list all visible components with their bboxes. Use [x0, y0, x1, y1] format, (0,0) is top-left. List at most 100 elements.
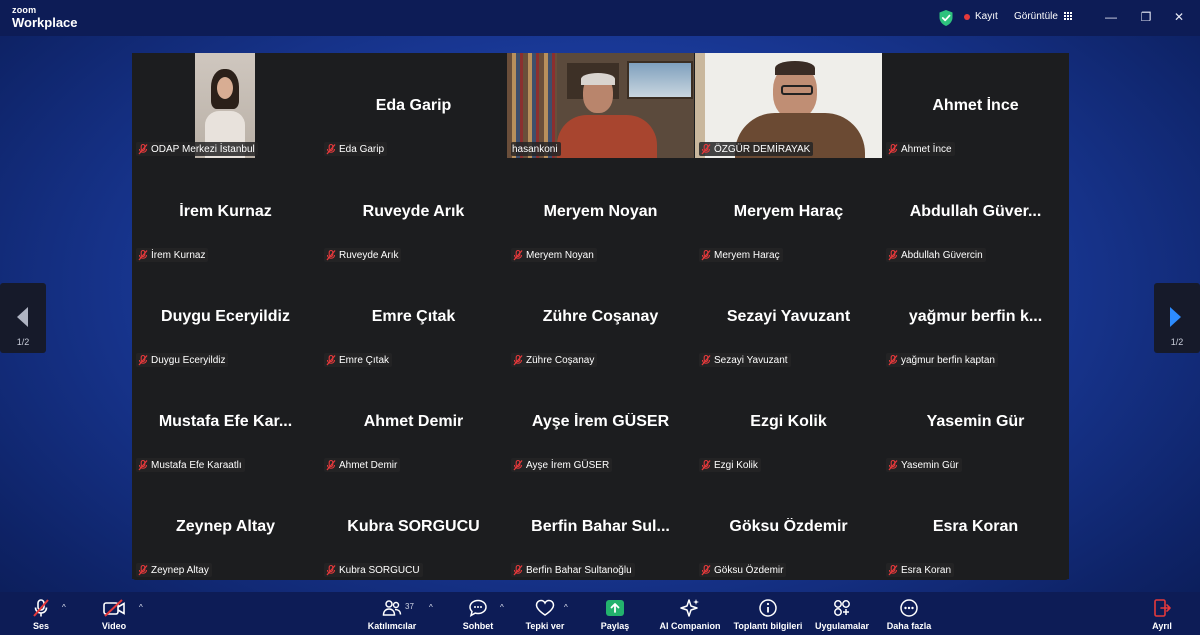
participant-name-label: Meryem Haraç — [699, 248, 783, 262]
prev-page-button[interactable]: 1/2 — [0, 283, 46, 353]
participant-tile[interactable]: Sezayi Yavuzant Sezayi Yavuzant — [695, 264, 882, 369]
participant-tile[interactable]: Ayşe İrem GÜSER Ayşe İrem GÜSER — [507, 369, 694, 474]
react-options-chevron-icon[interactable]: ^ — [564, 603, 568, 612]
participant-display-name: Göksu Özdemir — [729, 518, 848, 535]
participant-display-name: Sezayi Yavuzant — [726, 308, 851, 325]
participant-tile[interactable]: ODAP Merkezi İstanbul — [132, 53, 319, 158]
chevron-right-icon — [1170, 307, 1181, 327]
audio-label: Ses — [32, 621, 49, 631]
participant-display-name: Zeynep Altay — [176, 518, 275, 535]
participant-tile[interactable]: Berfin Bahar Sul... Berfin Bahar Sultanoğ… — [507, 474, 694, 579]
mic-muted-icon — [701, 564, 711, 576]
people-icon — [382, 600, 402, 616]
participant-name-text: Berfin Bahar Sultanoğlu — [526, 564, 632, 576]
participant-name-text: Abdullah Güvercin — [901, 249, 983, 261]
participant-name-label: hasankoni — [511, 142, 561, 156]
close-button[interactable]: ✕ — [1169, 8, 1189, 26]
participant-name-text: Emre Çıtak — [339, 354, 390, 366]
participant-tile[interactable]: Göksu Özdemir Göksu Özdemir — [695, 474, 882, 579]
participant-name-text: Meryem Haraç — [714, 249, 780, 261]
participants-button[interactable]: Katılımcılar — [366, 592, 418, 635]
participant-tile[interactable]: Ahmet Demir Ahmet Demir — [320, 369, 507, 474]
participant-name-label: Ahmet İnce — [886, 142, 955, 156]
participant-display-name: Duygu Eceryildiz — [161, 308, 290, 325]
participant-name-label: Zühre Coşanay — [511, 353, 598, 367]
ai-companion-label: AI Companion — [659, 621, 721, 631]
leave-button[interactable]: Ayrıl — [1148, 592, 1176, 635]
participant-tile[interactable]: Zeynep Altay Zeynep Altay — [132, 474, 319, 579]
participant-name-label: Duygu Eceryildiz — [136, 353, 229, 367]
video-button[interactable]: Video — [98, 592, 130, 635]
participant-tile[interactable]: İrem Kurnaz İrem Kurnaz — [132, 159, 319, 264]
apps-button[interactable]: Uygulamalar — [813, 592, 871, 635]
participant-name-text: Mustafa Efe Karaatlı — [151, 459, 242, 471]
participant-name-label: Göksu Özdemir — [699, 563, 787, 577]
chat-options-chevron-icon[interactable]: ^ — [500, 603, 504, 612]
video-label: Video — [101, 621, 127, 631]
mic-muted-icon — [138, 564, 148, 576]
participant-tile[interactable]: Yasemin Gür Yasemin Gür — [882, 369, 1069, 474]
participant-name-text: Yasemin Gür — [901, 459, 959, 471]
more-button[interactable]: Daha fazla — [884, 592, 934, 635]
leave-icon — [1154, 599, 1171, 617]
participant-name-text: Esra Koran — [901, 564, 952, 576]
participant-tile[interactable]: Eda Garip Eda Garip — [320, 53, 507, 158]
participant-tile[interactable]: Esra Koran Esra Koran — [882, 474, 1069, 579]
participant-tile[interactable]: Ahmet İnce Ahmet İnce — [882, 53, 1069, 158]
participant-display-name: Kubra SORGUCU — [347, 518, 480, 535]
participant-tile[interactable]: Meryem Noyan Meryem Noyan — [507, 159, 694, 264]
audio-options-chevron-icon[interactable]: ^ — [62, 603, 66, 612]
participant-tile[interactable]: hasankoni — [507, 53, 694, 158]
restore-button[interactable]: ❐ — [1136, 8, 1156, 26]
participants-options-chevron-icon[interactable]: ^ — [429, 603, 433, 612]
shield-check-icon[interactable] — [938, 9, 954, 27]
share-label: Paylaş — [600, 621, 630, 631]
participant-tile[interactable]: Abdullah Güver... Abdullah Güvercin — [882, 159, 1069, 264]
mic-muted-icon — [326, 564, 336, 576]
participant-tile[interactable]: Kubra SORGUCU Kubra SORGUCU — [320, 474, 507, 579]
minimize-button[interactable]: — — [1101, 8, 1121, 26]
record-label: Kayıt — [975, 11, 998, 22]
participant-name-text: yağmur berfin kaptan — [901, 354, 995, 366]
participant-tile[interactable]: ÖZGÜR DEMİRAYAK — [695, 53, 882, 158]
ai-companion-button[interactable]: AI Companion — [658, 592, 722, 635]
more-label: Daha fazla — [886, 621, 932, 631]
participant-display-name: Yasemin Gür — [926, 413, 1025, 430]
participant-name-text: İrem Kurnaz — [151, 249, 206, 261]
participant-name-label: Ruveyde Arık — [324, 248, 402, 262]
page-indicator-right: 1/2 — [1170, 337, 1184, 347]
participant-tile[interactable]: yağmur berfin k... yağmur berfin kaptan — [882, 264, 1069, 369]
mic-muted-icon — [326, 249, 336, 261]
participant-tile[interactable]: Meryem Haraç Meryem Haraç — [695, 159, 882, 264]
participant-tile[interactable]: Ezgi Kolik Ezgi Kolik — [695, 369, 882, 474]
app-logo: zoom Workplace — [12, 6, 78, 30]
record-dot-icon — [964, 13, 970, 20]
record-status[interactable]: Kayıt — [964, 11, 998, 22]
participant-name-text: Eda Garip — [339, 143, 385, 155]
chat-button[interactable]: Sohbet — [461, 592, 495, 635]
share-arrow-icon — [606, 600, 624, 616]
mic-muted-icon — [138, 354, 148, 366]
participant-tile[interactable]: Ruveyde Arık Ruveyde Arık — [320, 159, 507, 264]
view-button[interactable]: Görüntüle — [1014, 11, 1073, 22]
meeting-info-label: Toplantı bilgileri — [733, 621, 803, 631]
share-button[interactable]: Paylaş — [598, 592, 632, 635]
mic-muted-icon — [138, 249, 148, 261]
participant-tile[interactable]: Zühre Coşanay Zühre Coşanay — [507, 264, 694, 369]
video-options-chevron-icon[interactable]: ^ — [139, 603, 143, 612]
participant-tile[interactable]: Emre Çıtak Emre Çıtak — [320, 264, 507, 369]
info-icon — [759, 599, 777, 617]
participants-count: 37 — [405, 602, 414, 611]
mic-muted-icon — [888, 249, 898, 261]
participant-name-label: ODAP Merkezi İstanbul — [136, 142, 258, 156]
next-page-button[interactable]: 1/2 — [1154, 283, 1200, 353]
participant-tile[interactable]: Mustafa Efe Kar... Mustafa Efe Karaatlı — [132, 369, 319, 474]
participant-name-label: Esra Koran — [886, 563, 955, 577]
apps-label: Uygulamalar — [814, 621, 870, 631]
meeting-info-button[interactable]: Toplantı bilgileri — [731, 592, 805, 635]
page-indicator-left: 1/2 — [16, 337, 30, 347]
react-button[interactable]: Tepki ver — [525, 592, 565, 635]
participant-name-label: yağmur berfin kaptan — [886, 353, 998, 367]
participant-tile[interactable]: Duygu Eceryildiz Duygu Eceryildiz — [132, 264, 319, 369]
audio-button[interactable]: Ses — [26, 592, 56, 635]
